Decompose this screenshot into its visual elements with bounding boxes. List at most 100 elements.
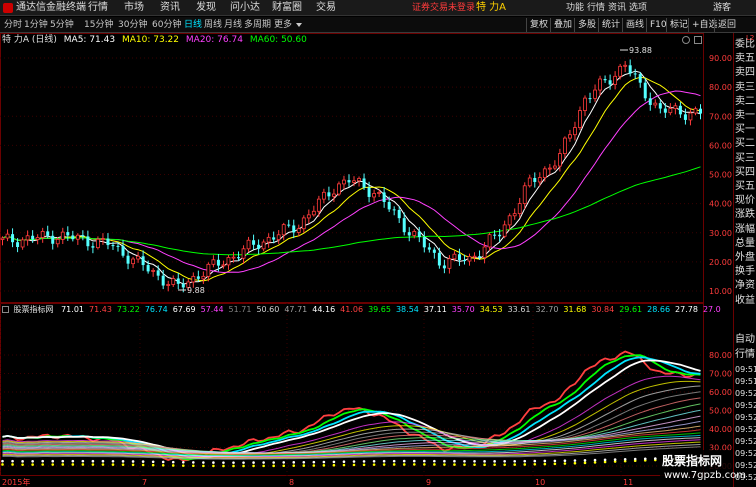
quote-label[interactable]: 外盘 (735, 251, 756, 265)
indicator-dot (463, 459, 466, 463)
period-30min[interactable]: 30分钟 (118, 18, 147, 32)
candle-down (86, 236, 90, 247)
period-toolbar: 分时 1分钟 5分钟 15分钟 30分钟 60分钟 日线 周线 月线 多周期 更… (0, 17, 756, 33)
quote-label[interactable]: 买二 (735, 137, 756, 151)
period-intraday[interactable]: 分时 (4, 18, 22, 32)
candle-down (216, 259, 220, 266)
menu-trade[interactable]: 交易 (316, 1, 336, 15)
menu-wealth[interactable]: 财富圈 (272, 1, 302, 15)
back-button[interactable]: 返回 (714, 18, 739, 32)
period-weekly[interactable]: 周线 (204, 18, 222, 32)
period-more[interactable]: 更多 (274, 18, 292, 32)
indicator-settings-icon[interactable] (2, 306, 9, 313)
x-axis-label: 9 (426, 478, 431, 487)
indicator-dot (533, 459, 537, 463)
quote-label[interactable]: 换手 (735, 265, 756, 279)
quote-label[interactable]: 净资 (735, 279, 756, 293)
more-arrow-icon[interactable] (296, 23, 302, 27)
indicator-dot (292, 464, 296, 467)
candle-up (467, 256, 472, 262)
indicator-dot (81, 463, 85, 466)
candle-down (397, 209, 401, 219)
quote-label[interactable]: 卖三 (735, 81, 756, 95)
indicator-dot (443, 463, 446, 466)
period-15min[interactable]: 15分钟 (84, 18, 113, 32)
menu-ask[interactable]: 问小达 (230, 1, 260, 15)
candle-up (542, 168, 547, 178)
indicator-dot (91, 459, 95, 463)
overlay-button[interactable]: 叠加 (550, 18, 575, 32)
candle-up (447, 258, 452, 269)
indicator-dot (573, 459, 577, 462)
multi-stock-button[interactable]: 多股 (574, 18, 599, 32)
candle-up (583, 97, 587, 111)
menu-discover[interactable]: 发现 (196, 1, 216, 15)
candle-up (537, 177, 542, 183)
quotes-tab[interactable]: 行情 (735, 348, 756, 362)
settings-icon[interactable] (682, 36, 690, 44)
candle-up (25, 235, 30, 241)
candle-down (588, 98, 592, 100)
menu-market[interactable]: 市场 (124, 1, 144, 15)
candle-up (547, 167, 552, 170)
menu-info[interactable]: 资讯 (608, 1, 626, 15)
candle-up (482, 246, 487, 258)
candle-up (517, 203, 522, 215)
indicator-value: 30.84 (591, 305, 615, 314)
period-monthly[interactable]: 月线 (224, 18, 242, 32)
indicator-dot (553, 462, 557, 466)
kline-chart[interactable]: 90.00 80.00 70.00 60.00 50.00 40.00 30.00 20.00… (0, 33, 733, 487)
candle-up (487, 234, 492, 248)
menu-function[interactable]: 功能 (566, 1, 584, 15)
quote-label[interactable]: 委比 (735, 38, 756, 52)
candle-down (683, 114, 687, 120)
quote-label[interactable]: 总量 (735, 237, 756, 251)
guest-user[interactable]: 游客 (713, 1, 731, 15)
menu-news[interactable]: 资讯 (160, 1, 180, 15)
tick-time: 09:52 (735, 413, 756, 422)
menu-quote-2[interactable]: 行情 (587, 1, 605, 15)
indicator-value: 47.71 (284, 305, 308, 314)
maximize-icon[interactable] (694, 36, 702, 44)
period-1min[interactable]: 1分钟 (24, 18, 48, 32)
quote-label[interactable]: 卖五 (735, 52, 756, 66)
quote-label[interactable]: 现价 (735, 194, 756, 208)
trade-login-status[interactable]: 证券交易未登录 (412, 1, 475, 15)
quote-label[interactable]: 卖二 (735, 95, 756, 109)
adjust-button[interactable]: 复权 (526, 18, 551, 32)
period-5min[interactable]: 5分钟 (50, 18, 74, 32)
quote-label[interactable]: 涨幅 (735, 223, 756, 237)
draw-line-button[interactable]: 画线 (622, 18, 647, 32)
statistics-button[interactable]: 统计 (598, 18, 623, 32)
candle-down (493, 234, 497, 236)
period-60min[interactable]: 60分钟 (152, 18, 181, 32)
quote-label[interactable]: 买一 (735, 123, 756, 137)
candle-up (5, 233, 10, 239)
indicator-dot (473, 463, 476, 466)
candle-up (246, 239, 251, 250)
watermark: 股票指标网 www.7gpzb.com (660, 450, 746, 487)
candle-up (527, 177, 532, 187)
indicator-dot (171, 464, 175, 467)
candle-up (20, 239, 25, 248)
candle-down (663, 108, 667, 113)
indicator-tick-label: 40.00 (709, 425, 732, 434)
period-multi[interactable]: 多周期 (244, 18, 271, 32)
indicator-dot (503, 463, 506, 466)
quote-label[interactable]: 买四 (735, 166, 756, 180)
candle-up (452, 253, 457, 260)
menu-options[interactable]: 选项 (629, 1, 647, 15)
high-price-label: 93.88 (629, 46, 652, 55)
quote-label[interactable]: 买三 (735, 152, 756, 166)
auto-toggle[interactable]: 自动 (735, 333, 756, 347)
quote-label[interactable]: 卖四 (735, 66, 756, 80)
quote-label[interactable]: 买五 (735, 180, 756, 194)
indicator-dot (252, 464, 255, 468)
quote-label[interactable]: 卖一 (735, 109, 756, 123)
period-daily[interactable]: 日线 (184, 18, 202, 32)
quote-label[interactable]: 涨跌 (735, 208, 756, 222)
menu-quotes[interactable]: 行情 (88, 1, 108, 15)
indicator-name[interactable]: 股票指标网 (14, 305, 54, 314)
quote-label[interactable]: 收益 (735, 294, 756, 308)
candle-up (557, 153, 562, 167)
